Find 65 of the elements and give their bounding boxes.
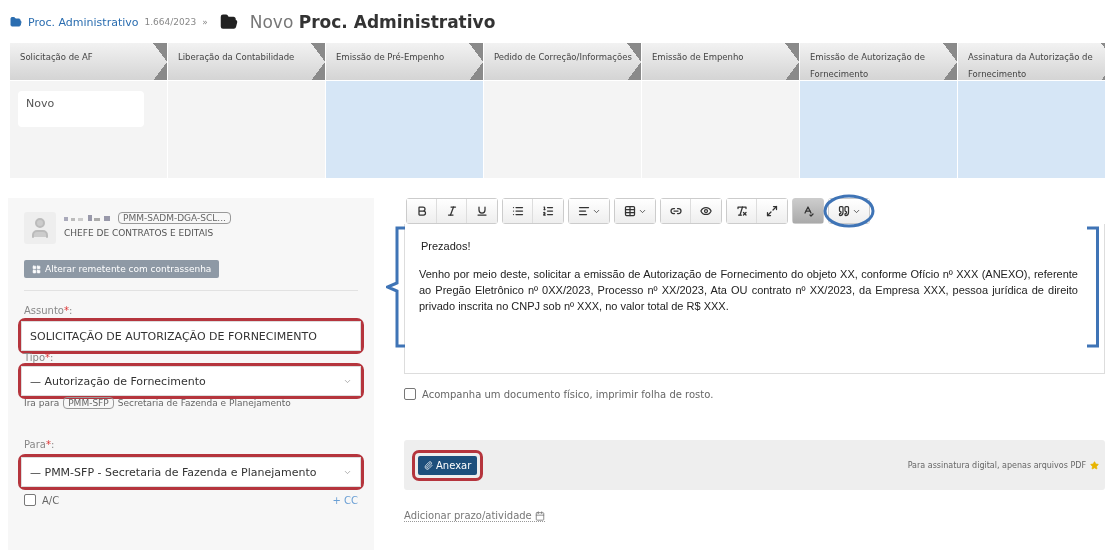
toolbar-button[interactable] xyxy=(661,199,691,223)
process-number: 1.664/2023 xyxy=(144,17,197,27)
toolbar-button[interactable] xyxy=(407,199,437,223)
redacted-name-drawing xyxy=(64,214,112,222)
attach-button[interactable]: Anexar xyxy=(418,455,478,475)
folder-icon xyxy=(219,13,238,31)
fullscreen-icon xyxy=(766,205,778,217)
breadcrumb-link[interactable]: Proc. Administrativo xyxy=(28,15,139,29)
eye-icon xyxy=(700,205,712,217)
unit-tag: PMM-SADM-DGA-SCL... xyxy=(118,212,231,224)
toolbar-button[interactable] xyxy=(533,199,563,223)
type-select[interactable]: — Autorização de Fornecimento xyxy=(21,366,361,396)
spellcheck-icon xyxy=(802,205,814,217)
stage-header: Emissão de Empenho xyxy=(642,43,799,80)
subject-field[interactable]: SOLICITAÇÃO DE AUTORIZAÇÃO DE FORNECIMENTO xyxy=(21,321,361,351)
toolbar-button[interactable] xyxy=(615,199,655,223)
hint-text: Secretaria de Fazenda e Planejamento xyxy=(117,398,291,408)
calendar-icon xyxy=(534,510,545,521)
folder-icon xyxy=(10,16,22,28)
toolbar-button[interactable] xyxy=(727,199,757,223)
field-label: Para*: xyxy=(24,439,56,450)
table-icon xyxy=(623,205,636,217)
clear-format-icon xyxy=(735,205,748,217)
pdf-note: Para assinatura digital, apenas arquivos PDF xyxy=(907,460,1086,470)
field-label: Assunto*: xyxy=(24,305,74,316)
field-label: Tipo*: xyxy=(24,352,55,363)
toolbar-button[interactable] xyxy=(757,199,787,223)
editor-paragraph: Venho por meio deste, solicitar a emissão de Autorização de Fornecimento do objeto XX, conforme Ofício nº XXX (ANEXO), referente ao Pregão Eletrônico nº 0XX/2023, Processo nº XX/2023, Ata OU contrato nº XX/2023, da Empresa XXX, pessoa jurídica de direito privado inscrita no CNPJ sob nº XXX, no valor total de R$ XXX. xyxy=(419,267,1078,314)
toolbar-button[interactable] xyxy=(503,199,533,223)
italic-icon xyxy=(445,205,458,217)
breadcrumb-separator: » xyxy=(202,17,208,27)
toolbar-button[interactable] xyxy=(437,199,467,223)
avatar-icon xyxy=(24,212,56,244)
physical-doc-checkbox[interactable]: Acompanha um documento físico, imprimir folha de rosto. xyxy=(404,388,1105,400)
toolbar-button[interactable] xyxy=(829,199,869,223)
stage-header: Solicitação de AF xyxy=(10,43,167,80)
sender-role: CHEFE DE CONTRATOS E EDITAIS xyxy=(64,228,215,238)
grid-icon xyxy=(32,264,41,274)
toolbar-button[interactable] xyxy=(467,199,497,223)
toolbar-button[interactable] xyxy=(793,199,823,223)
unit-tag: PMM-SFP xyxy=(63,397,114,409)
bold-icon xyxy=(415,205,428,217)
stage-header: Emissão de Autorização de Fornecimento xyxy=(800,43,957,80)
paperclip-icon xyxy=(424,460,433,470)
ac-checkbox[interactable]: A/C xyxy=(24,494,60,506)
hint-text: Ira para xyxy=(24,398,60,408)
text-editor[interactable] xyxy=(404,224,1105,374)
toolbar-button[interactable] xyxy=(569,199,609,223)
toolbar-button[interactable] xyxy=(691,199,721,223)
link-icon xyxy=(669,205,682,217)
stage-header: Liberação da Contabilidade xyxy=(168,43,325,80)
add-deadline-link[interactable]: Adicionar prazo/atividade xyxy=(404,510,545,522)
stage-header: Pedido de Correção/Informações xyxy=(484,43,641,80)
page-title: Novo Proc. Administrativo xyxy=(249,12,496,32)
align-icon xyxy=(577,205,590,217)
stage-header: Assinatura da Autorização de Fornecimento xyxy=(958,43,1105,80)
underline-icon xyxy=(476,205,488,217)
recipient-select[interactable]: — PMM-SFP - Secretaria de Fazenda e Planejamento xyxy=(21,457,361,487)
kanban-card[interactable]: Novo xyxy=(18,91,144,127)
bulleted-list-icon xyxy=(511,205,524,217)
quote-icon xyxy=(837,205,850,217)
editor-paragraph: Prezados! xyxy=(420,239,472,254)
numbered-list-icon xyxy=(542,205,554,217)
star-icon xyxy=(1090,460,1099,470)
stage-header: Emissão de Pré-Empenho xyxy=(326,43,483,80)
